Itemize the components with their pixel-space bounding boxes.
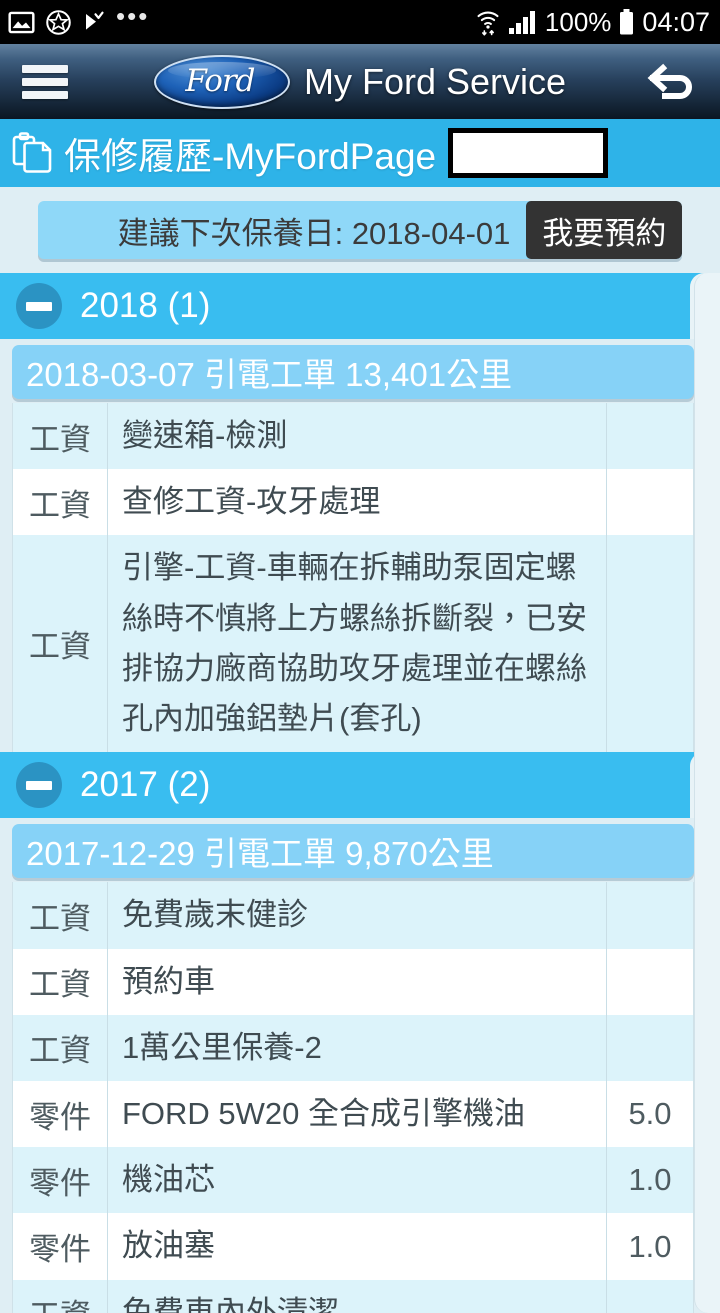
work-order-title: 2017-12-29 引電工單 9,870公里 <box>26 835 494 873</box>
signal-bars-icon <box>508 9 538 35</box>
item-type-cell: 工資 <box>29 967 91 1003</box>
minus-circle-icon[interactable] <box>16 283 62 329</box>
ford-logo: Ford <box>153 54 290 109</box>
app-bar: Ford My Ford Service <box>0 44 720 119</box>
next-service-label: 建議下次保養日: 2018-04-01 <box>117 215 511 251</box>
item-description-cell: 引擎-工資-車輛在拆輔助泵固定螺絲時不慎將上方螺絲拆斷裂，已安排協力廠商協助攻牙… <box>107 535 607 753</box>
service-history-list: 2018 (1) 2018-03-07 引電工單 13,401公里 工資 變速箱-檢測… <box>0 273 720 1313</box>
item-quantity-cell: 1.0 <box>628 1228 672 1264</box>
battery-percent-label: 100% <box>544 6 612 37</box>
item-description-cell: 放油塞 <box>107 1213 607 1280</box>
table-row: 工資 查修工資-攻牙處理 <box>13 469 693 536</box>
book-appointment-button[interactable]: 我要預約 <box>526 201 683 259</box>
item-description-cell: 機油芯 <box>107 1147 607 1214</box>
page-title-bar: 保修履歷-MyFordPage <box>0 119 720 187</box>
work-order-items-table: 工資 免費歲末健診 工資 預約車 工資 1萬公里保養-2 零件 FORD 5W20 全合成引擎… <box>12 882 694 1313</box>
item-description-cell: 查修工資-攻牙處理 <box>107 469 607 536</box>
item-quantity-cell <box>607 535 693 752</box>
item-description-cell: 1萬公里保養-2 <box>107 1014 607 1081</box>
item-type-cell: 工資 <box>13 1280 107 1313</box>
work-order-items-table: 工資 變速箱-檢測 工資 查修工資-攻牙處理 工資 引擎-工資-車輛在拆輔助泵固定螺絲時不… <box>12 403 694 753</box>
page-title: 保修履歷-MyFordPage <box>64 136 437 177</box>
item-type-cell: 工資 <box>29 421 91 457</box>
app-title: My Ford Service <box>303 60 567 102</box>
year-section-header[interactable]: 2018 (1) <box>0 273 720 339</box>
item-type-cell: 零件 <box>29 1232 91 1268</box>
hamburger-menu-icon[interactable] <box>22 64 68 99</box>
item-quantity-cell <box>607 403 693 469</box>
table-row: 零件 放油塞 1.0 <box>13 1213 693 1280</box>
item-quantity-cell: 1.0 <box>628 1162 672 1198</box>
item-type-cell: 零件 <box>29 1165 91 1201</box>
item-type-cell: 工資 <box>29 1033 91 1069</box>
table-row: 工資 變速箱-檢測 <box>13 403 693 470</box>
status-bar-left-icons: ••• <box>8 1 475 36</box>
item-quantity-cell <box>607 949 693 1015</box>
clipboard-copy-icon <box>12 131 54 175</box>
item-type-cell: 工資 <box>29 487 91 523</box>
table-row: 零件 機油芯 1.0 <box>13 1147 693 1214</box>
overflow-dots-icon: ••• <box>116 1 150 31</box>
item-description-cell: 預約車 <box>107 948 607 1015</box>
app-root: ••• 100% 04:07 Ford My Ford Service 保修履歷… <box>0 0 720 1313</box>
item-quantity-cell: 5.0 <box>628 1096 672 1132</box>
work-order-title: 2018-03-07 引電工單 13,401公里 <box>26 356 513 393</box>
year-label: 2017 (2) <box>80 765 211 805</box>
play-check-icon <box>82 9 106 36</box>
year-label: 2018 (1) <box>80 286 211 325</box>
item-quantity-cell <box>607 882 693 948</box>
table-row: 工資 免費歲末健診 <box>13 882 693 949</box>
image-icon <box>8 9 35 36</box>
star-circle-icon <box>45 9 72 36</box>
work-order-header[interactable]: 2018-03-07 引電工單 13,401公里 <box>12 345 694 399</box>
license-plate-field[interactable] <box>448 128 609 178</box>
scroll-panel-edge[interactable] <box>694 273 720 1313</box>
table-row: 工資 引擎-工資-車輛在拆輔助泵固定螺絲時不慎將上方螺絲拆斷裂，已安排協力廠商協助… <box>13 535 693 753</box>
item-quantity-cell <box>607 1280 693 1313</box>
battery-full-icon <box>618 8 635 36</box>
status-bar-right: 100% 04:07 <box>475 7 710 38</box>
minus-circle-icon[interactable] <box>16 762 62 809</box>
item-quantity-cell <box>607 1015 693 1081</box>
next-service-pill: 建議下次保養日: 2018-04-01 我要預約 <box>37 201 683 259</box>
item-type-cell: 工資 <box>29 900 91 936</box>
clock-label: 04:07 <box>642 6 710 37</box>
item-type-cell: 工資 <box>29 629 91 665</box>
next-service-bar: 建議下次保養日: 2018-04-01 我要預約 <box>0 187 720 273</box>
item-description-cell: FORD 5W20 全合成引擎機油 <box>107 1080 607 1148</box>
ford-logo-text: Ford <box>185 62 255 99</box>
item-description-cell: 變速箱-檢測 <box>107 403 607 470</box>
item-quantity-cell <box>607 469 693 535</box>
table-row: 工資免費車內外清潔 <box>13 1279 693 1313</box>
table-row: 工資 預約車 <box>13 948 693 1015</box>
work-order-header[interactable]: 2017-12-29 引電工單 9,870公里 <box>12 824 694 879</box>
app-bar-brand: Ford My Ford Service <box>0 44 720 119</box>
item-type-cell: 零件 <box>29 1099 91 1135</box>
table-row: 零件 FORD 5W20 全合成引擎機油 5.0 <box>13 1080 693 1148</box>
item-description-cell: 免費車內外清潔 <box>107 1279 607 1313</box>
year-section-header[interactable]: 2017 (2) <box>0 752 720 819</box>
back-arrow-icon[interactable] <box>640 56 702 108</box>
wifi-icon <box>475 8 501 36</box>
status-bar: ••• 100% 04:07 <box>0 0 720 44</box>
table-row: 工資 1萬公里保養-2 <box>13 1014 693 1081</box>
item-description-cell: 免費歲末健診 <box>107 882 607 949</box>
